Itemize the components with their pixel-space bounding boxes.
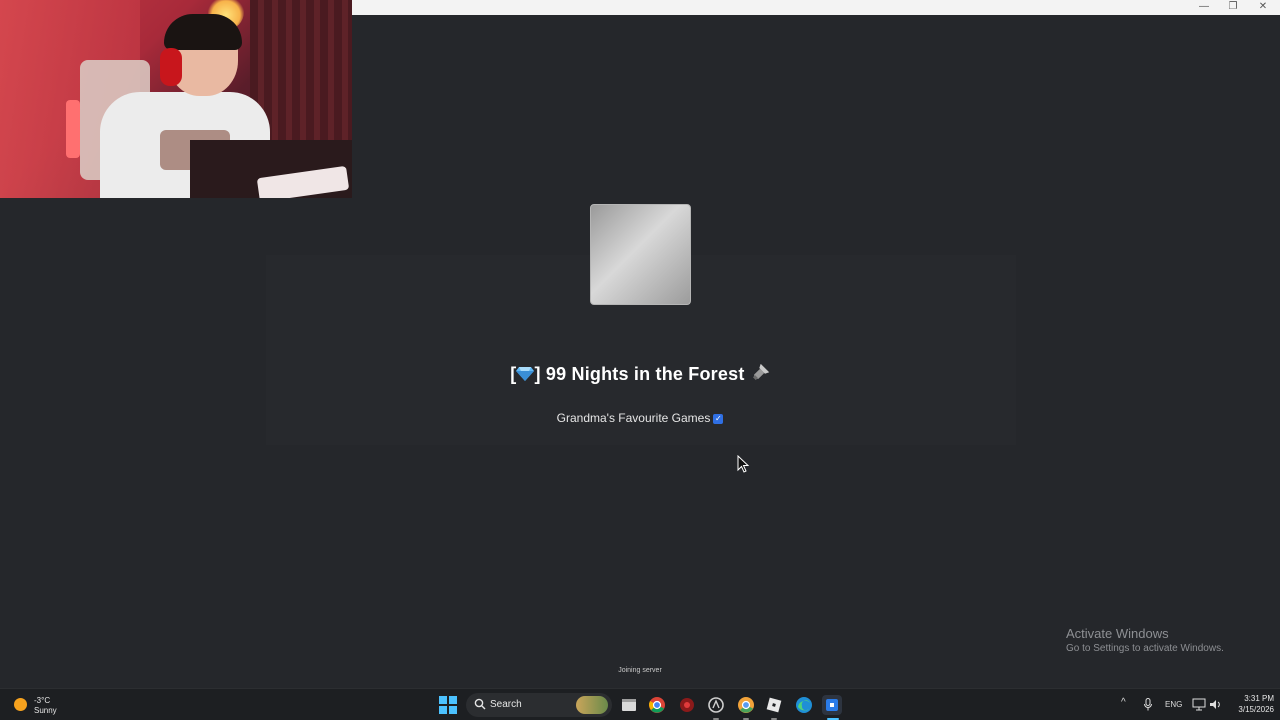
red-app-icon[interactable] <box>677 695 697 715</box>
chrome-canary-icon[interactable] <box>736 695 756 715</box>
maximize-button[interactable]: ❐ <box>1218 0 1248 15</box>
clock-time: 3:31 PM <box>1244 694 1274 703</box>
windows-logo-tile <box>449 706 457 714</box>
webcam-overlay <box>0 0 352 198</box>
screen: — ❐ ✕ [] 99 Nights in the Forest Grandma… <box>0 0 1280 720</box>
system-clock[interactable]: 3:31 PM 3/15/2026 <box>1226 693 1274 715</box>
webcam-person-hair <box>164 14 242 50</box>
network-icon[interactable] <box>1192 698 1206 711</box>
search-icon <box>474 698 486 710</box>
creator-name: Grandma's Favourite Games <box>556 411 711 425</box>
taskbar: -3°C Sunny Search ^ ENG 3:31 PM 3/15/202… <box>0 688 1280 720</box>
loading-status: Joining server <box>618 667 662 674</box>
diamond-icon <box>516 364 535 384</box>
roblox-icon[interactable] <box>764 695 784 715</box>
microphone-icon[interactable] <box>1144 698 1152 711</box>
verified-badge-icon: ✓ <box>713 414 724 424</box>
activate-windows-title: Activate Windows <box>1066 626 1169 641</box>
search-highlight-image <box>576 696 608 714</box>
game-title: [] 99 Nights in the Forest <box>440 363 840 385</box>
flashlight-icon <box>750 363 770 384</box>
game-thumbnail <box>590 204 691 305</box>
chrome-icon[interactable] <box>647 695 667 715</box>
edge-icon[interactable] <box>794 695 814 715</box>
close-button[interactable]: ✕ <box>1248 0 1278 15</box>
windows-logo-tile <box>439 706 447 714</box>
minimize-button[interactable]: — <box>1189 0 1219 15</box>
windows-logo-tile <box>449 696 457 704</box>
webcam-headphone <box>160 48 182 86</box>
sun-icon <box>14 698 27 711</box>
search-label: Search <box>490 699 522 710</box>
window-titlebar: — ❐ ✕ <box>352 0 1280 15</box>
input-language[interactable]: ENG <box>1165 700 1182 709</box>
volume-icon[interactable] <box>1209 698 1221 711</box>
weather-condition: Sunny <box>34 706 57 715</box>
activate-windows-watermark: Activate Windows Go to Settings to activ… <box>1066 626 1224 654</box>
taskbar-search[interactable]: Search <box>466 693 612 717</box>
tray-overflow-chevron-icon[interactable]: ^ <box>1121 697 1126 708</box>
webcam-lamp <box>66 100 80 158</box>
mouse-cursor-icon <box>737 455 750 473</box>
file-explorer-icon[interactable] <box>619 695 639 715</box>
gray-app-icon[interactable] <box>706 695 726 715</box>
windows-logo-tile <box>439 696 447 704</box>
game-creator[interactable]: Grandma's Favourite Games ✓ <box>440 411 840 425</box>
clock-date: 3/15/2026 <box>1238 705 1274 714</box>
weather-temperature: -3°C <box>34 696 51 705</box>
activate-windows-subtitle: Go to Settings to activate Windows. <box>1066 643 1224 654</box>
start-button[interactable] <box>439 696 457 714</box>
game-title-text: ] 99 Nights in the Forest <box>534 364 745 384</box>
roblox-player-icon[interactable] <box>822 695 842 715</box>
